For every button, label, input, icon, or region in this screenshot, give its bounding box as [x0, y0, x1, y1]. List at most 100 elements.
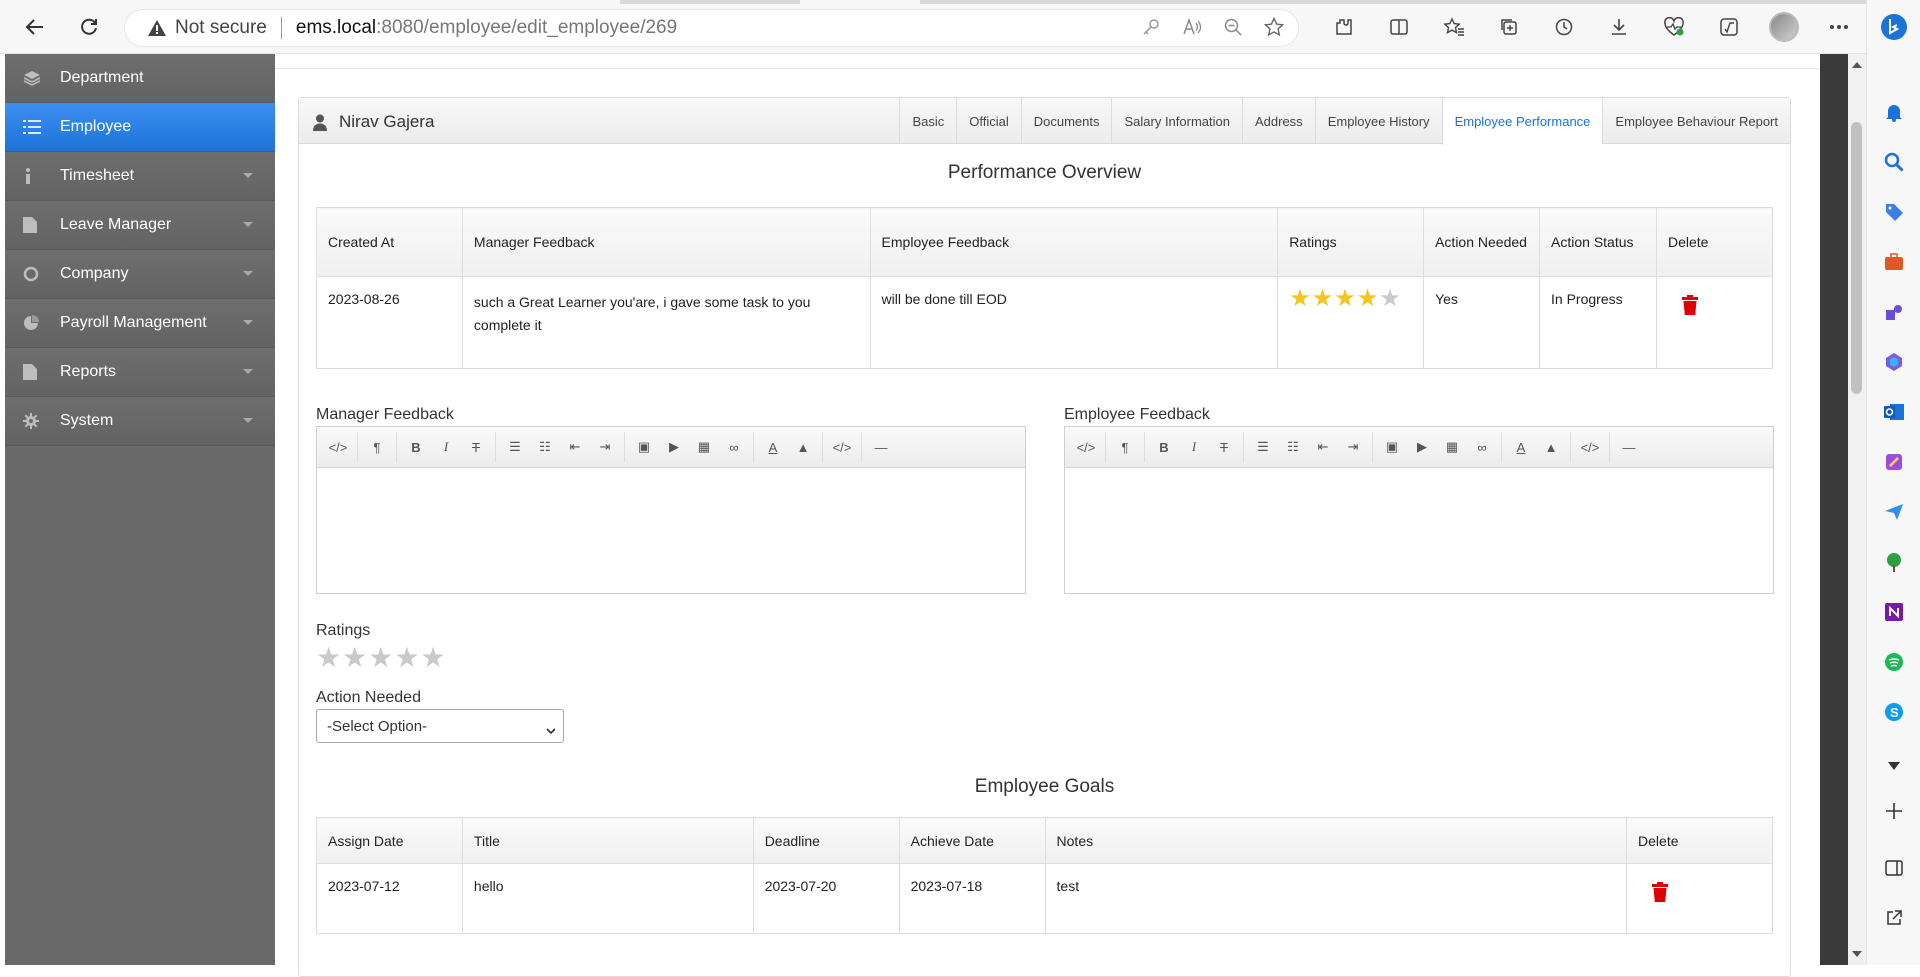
more-menu-icon[interactable]: [1811, 11, 1866, 43]
address-bar[interactable]: Not secure ems.local:8080/employee/edit_…: [124, 9, 1299, 47]
tree-icon[interactable]: [1878, 546, 1910, 578]
tab-basic[interactable]: Basic: [899, 98, 956, 144]
url-path[interactable]: :8080/employee/edit_employee/269: [376, 17, 677, 39]
math-solver-icon[interactable]: [1701, 11, 1756, 43]
strikethrough-icon[interactable]: T: [461, 432, 491, 462]
chevron-down-icon[interactable]: [1878, 750, 1910, 782]
sidebar-item-employee[interactable]: Employee: [5, 103, 275, 152]
favorite-star-icon[interactable]: [1263, 16, 1285, 42]
font-color-icon[interactable]: A: [1506, 432, 1536, 462]
employee-feedback-editor[interactable]: </> ¶ B I T ☰ ☷ ⇤ ⇥ ▣ ▶ ▦ ∞ A ▲ </> —: [1064, 426, 1774, 594]
indent-icon[interactable]: ⇥: [590, 432, 620, 462]
favorites-icon[interactable]: [1426, 11, 1481, 43]
notifications-bell-icon[interactable]: [1878, 96, 1910, 128]
star-icon[interactable]: ★: [394, 644, 419, 672]
font-color-icon[interactable]: A: [758, 432, 788, 462]
tab-address[interactable]: Address: [1241, 98, 1315, 144]
sidebar-item-timesheet[interactable]: Timesheet: [5, 152, 275, 201]
url-host[interactable]: ems.local: [296, 17, 376, 39]
search-icon[interactable]: [1878, 146, 1910, 178]
outdent-icon[interactable]: ⇤: [560, 432, 590, 462]
image-icon[interactable]: ▣: [629, 432, 659, 462]
italic-icon[interactable]: I: [1179, 432, 1209, 462]
performance-heart-icon[interactable]: [1646, 11, 1701, 43]
image-icon[interactable]: ▣: [1377, 432, 1407, 462]
numbered-list-icon[interactable]: ☷: [1278, 432, 1308, 462]
skype-icon[interactable]: S: [1878, 696, 1910, 728]
horizontal-rule-icon[interactable]: —: [866, 432, 896, 462]
link-icon[interactable]: ∞: [1467, 432, 1497, 462]
table-icon[interactable]: ▦: [1437, 432, 1467, 462]
split-screen-icon[interactable]: [1371, 11, 1426, 43]
collections-icon[interactable]: [1481, 11, 1536, 43]
games-icon[interactable]: [1878, 296, 1910, 328]
open-external-icon[interactable]: [1878, 902, 1910, 934]
video-icon[interactable]: ▶: [659, 432, 689, 462]
scrollbar-thumb[interactable]: [1851, 122, 1862, 394]
shopping-tag-icon[interactable]: [1878, 196, 1910, 228]
html-icon[interactable]: </>: [827, 432, 857, 462]
indent-icon[interactable]: ⇥: [1338, 432, 1368, 462]
tab-salary-information[interactable]: Salary Information: [1111, 98, 1242, 144]
trash-icon[interactable]: [1652, 882, 1669, 905]
extensions-icon[interactable]: [1316, 11, 1371, 43]
html-icon[interactable]: </>: [1575, 432, 1605, 462]
sidebar-item-system[interactable]: System: [5, 397, 275, 446]
tab-documents[interactable]: Documents: [1020, 98, 1112, 144]
history-icon[interactable]: [1536, 11, 1591, 43]
background-color-icon[interactable]: ▲: [788, 432, 818, 462]
security-label[interactable]: Not secure: [175, 17, 267, 39]
star-icon[interactable]: ★: [368, 644, 393, 672]
scroll-up-icon[interactable]: [1852, 62, 1862, 68]
horizontal-rule-icon[interactable]: —: [1614, 432, 1644, 462]
strikethrough-icon[interactable]: T: [1209, 432, 1239, 462]
code-view-icon[interactable]: </>: [323, 432, 353, 462]
bold-icon[interactable]: B: [1149, 432, 1179, 462]
refresh-button[interactable]: [73, 11, 105, 43]
designer-icon[interactable]: [1878, 446, 1910, 478]
trash-icon[interactable]: [1681, 295, 1698, 318]
vertical-scrollbar[interactable]: [1848, 54, 1866, 965]
star-icon[interactable]: ★: [316, 644, 341, 672]
read-aloud-icon[interactable]: [1182, 17, 1202, 41]
background-color-icon[interactable]: ▲: [1536, 432, 1566, 462]
sidebar-item-company[interactable]: Company: [5, 250, 275, 299]
sidebar-toggle-icon[interactable]: [1878, 852, 1910, 884]
paragraph-icon[interactable]: ¶: [1110, 432, 1140, 462]
profile-avatar[interactable]: [1756, 11, 1811, 43]
star-icon[interactable]: ★: [420, 644, 445, 672]
back-button[interactable]: [19, 11, 51, 43]
sidebar-item-leave-manager[interactable]: Leave Manager: [5, 201, 275, 250]
rating-input[interactable]: ★★★★★: [316, 644, 447, 672]
tab-employee-performance[interactable]: Employee Performance: [1441, 98, 1603, 145]
key-icon[interactable]: [1142, 18, 1160, 41]
bullet-list-icon[interactable]: ☰: [500, 432, 530, 462]
action-needed-select[interactable]: -Select Option-: [316, 709, 564, 743]
code-view-icon[interactable]: </>: [1071, 432, 1101, 462]
star-icon[interactable]: ★: [342, 644, 367, 672]
sidebar-item-reports[interactable]: Reports: [5, 348, 275, 397]
tools-briefcase-icon[interactable]: [1878, 246, 1910, 278]
add-icon[interactable]: [1878, 795, 1910, 827]
tab-employee-behaviour-report[interactable]: Employee Behaviour Report: [1602, 98, 1790, 144]
outdent-icon[interactable]: ⇤: [1308, 432, 1338, 462]
numbered-list-icon[interactable]: ☷: [530, 432, 560, 462]
send-icon[interactable]: [1878, 496, 1910, 528]
link-icon[interactable]: ∞: [719, 432, 749, 462]
tab-employee-history[interactable]: Employee History: [1314, 98, 1442, 144]
bing-copilot-icon[interactable]: [1878, 11, 1910, 43]
sidebar-item-payroll[interactable]: Payroll Management: [5, 299, 275, 348]
spotify-icon[interactable]: [1878, 646, 1910, 678]
microsoft-365-icon[interactable]: [1878, 346, 1910, 378]
zoom-out-icon[interactable]: [1224, 18, 1242, 41]
downloads-icon[interactable]: [1591, 11, 1646, 43]
bold-icon[interactable]: B: [401, 432, 431, 462]
sidebar-item-department[interactable]: Department: [5, 54, 275, 103]
paragraph-icon[interactable]: ¶: [362, 432, 392, 462]
italic-icon[interactable]: I: [431, 432, 461, 462]
scroll-down-icon[interactable]: [1852, 951, 1862, 957]
warning-icon[interactable]: [147, 19, 167, 37]
onenote-icon[interactable]: [1878, 596, 1910, 628]
tab-official[interactable]: Official: [956, 98, 1021, 144]
video-icon[interactable]: ▶: [1407, 432, 1437, 462]
